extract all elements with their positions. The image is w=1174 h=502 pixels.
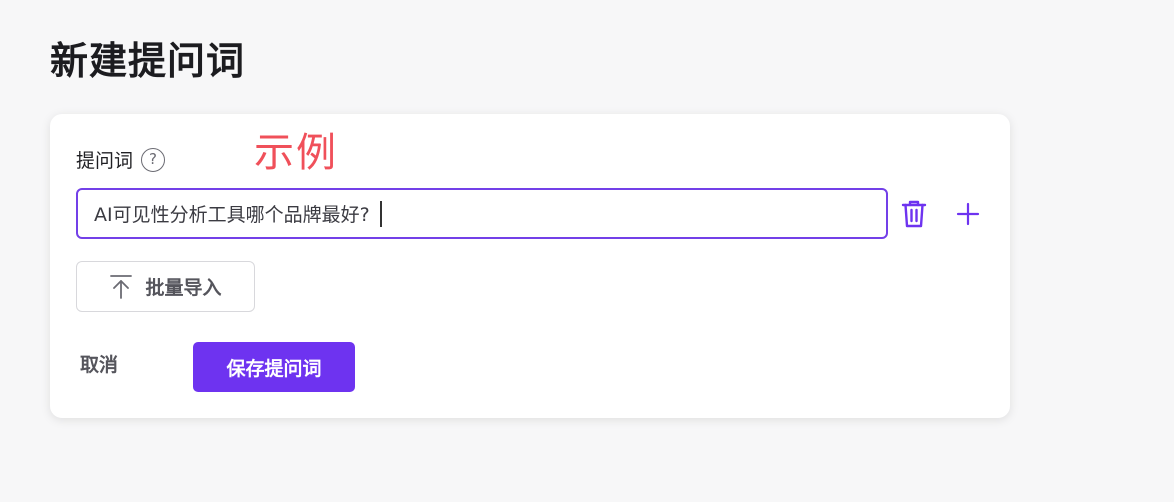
text-caret [379,200,382,227]
save-prompt-button[interactable]: 保存提问词 [193,342,355,392]
field-label-row: 提问词 ? [76,146,166,173]
prompt-field-label: 提问词 [76,150,134,172]
question-circle-icon[interactable]: ? [141,147,166,172]
prompt-form-card: 提问词 ? 示例 AI可见性分析工具哪个品牌最好? 批量导入 取消 保存提问词 [50,114,1010,418]
delete-prompt-button[interactable] [896,196,932,232]
prompt-input-value: AI可见性分析工具哪个品牌最好? [94,204,370,226]
example-annotation: 示例 [254,130,338,176]
add-prompt-button[interactable] [950,196,986,232]
page-title: 新建提问词 [50,39,246,83]
plus-icon [956,202,980,226]
bulk-import-button[interactable]: 批量导入 [76,261,255,312]
upload-icon [110,274,133,299]
bulk-import-label: 批量导入 [145,277,222,299]
trash-icon [901,200,927,228]
prompt-input[interactable]: AI可见性分析工具哪个品牌最好? [76,188,888,239]
cancel-button[interactable]: 取消 [80,350,118,377]
